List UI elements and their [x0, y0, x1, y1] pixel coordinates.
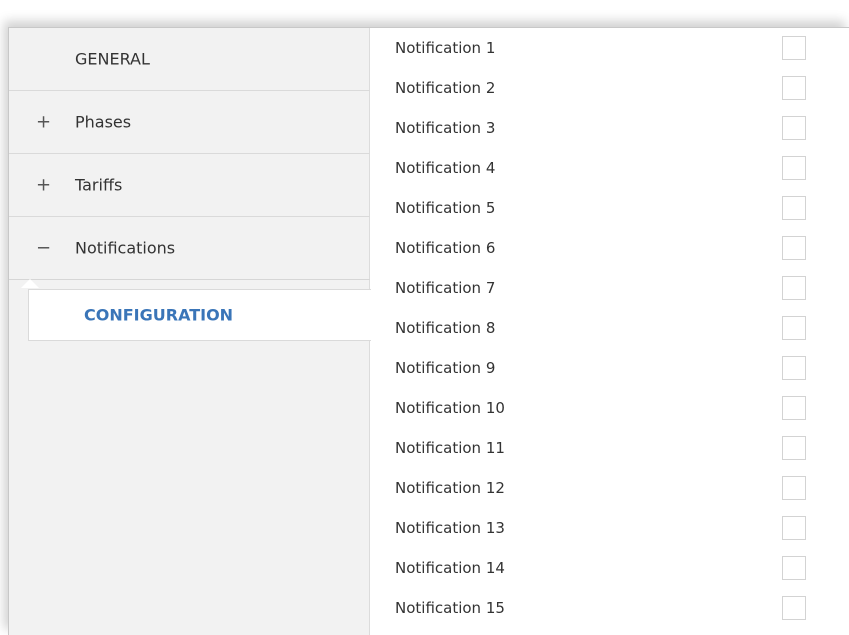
- notification-checkbox[interactable]: [782, 276, 806, 300]
- notification-checkbox[interactable]: [782, 196, 806, 220]
- notification-row: Notification 4: [371, 148, 849, 188]
- notification-label: Notification 9: [395, 359, 496, 377]
- notification-label: Notification 5: [395, 199, 496, 217]
- notification-checkbox[interactable]: [782, 356, 806, 380]
- notification-checkbox[interactable]: [782, 396, 806, 420]
- collapse-minus-icon[interactable]: −: [36, 238, 51, 259]
- notification-label: Notification 8: [395, 319, 496, 337]
- app-window: GENERAL + Phases + Tariffs − Notificatio…: [8, 27, 849, 635]
- notification-checkbox[interactable]: [782, 556, 806, 580]
- sidebar-subitem-configuration[interactable]: CONFIGURATION: [28, 289, 371, 341]
- notification-label: Notification 12: [395, 479, 505, 497]
- notification-checkbox[interactable]: [782, 116, 806, 140]
- notification-row: Notification 1: [371, 28, 849, 68]
- notifications-panel: Notification 1 Notification 2 Notification…: [371, 28, 849, 635]
- sidebar-item-notifications[interactable]: − Notifications: [9, 217, 370, 280]
- notification-label: Notification 7: [395, 279, 496, 297]
- notification-row: Notification 8: [371, 308, 849, 348]
- notification-row: Notification 12: [371, 468, 849, 508]
- notification-row: Notification 14: [371, 548, 849, 588]
- notification-label: Notification 4: [395, 159, 496, 177]
- notification-label: Notification 3: [395, 119, 496, 137]
- sidebar-item-label: GENERAL: [75, 49, 150, 69]
- notification-row: Notification 3: [371, 108, 849, 148]
- sidebar-item-tariffs[interactable]: + Tariffs: [9, 154, 370, 217]
- notification-row: Notification 13: [371, 508, 849, 548]
- notification-checkbox[interactable]: [782, 156, 806, 180]
- notification-checkbox[interactable]: [782, 516, 806, 540]
- selection-pointer-icon: [21, 279, 39, 288]
- sidebar: GENERAL + Phases + Tariffs − Notificatio…: [9, 28, 371, 635]
- notification-row: Notification 15: [371, 588, 849, 628]
- notification-row: Notification 11: [371, 428, 849, 468]
- notification-row: Notification 2: [371, 68, 849, 108]
- notification-label: Notification 6: [395, 239, 496, 257]
- notification-checkbox[interactable]: [782, 36, 806, 60]
- notification-row: Notification 10: [371, 388, 849, 428]
- notification-checkbox[interactable]: [782, 76, 806, 100]
- notification-checkbox[interactable]: [782, 316, 806, 340]
- notification-row: Notification 9: [371, 348, 849, 388]
- notification-label: Notification 2: [395, 79, 496, 97]
- notification-checkbox[interactable]: [782, 596, 806, 620]
- notification-label: Notification 15: [395, 599, 505, 617]
- expand-plus-icon[interactable]: +: [36, 112, 51, 133]
- sidebar-subitem-label: CONFIGURATION: [84, 305, 234, 325]
- sidebar-item-label: Phases: [75, 112, 132, 132]
- notification-label: Notification 13: [395, 519, 505, 537]
- sidebar-item-phases[interactable]: + Phases: [9, 91, 370, 154]
- sidebar-item-label: Tariffs: [75, 175, 123, 195]
- notification-checkbox[interactable]: [782, 436, 806, 460]
- notification-label: Notification 11: [395, 439, 505, 457]
- notification-label: Notification 10: [395, 399, 505, 417]
- notification-row: Notification 5: [371, 188, 849, 228]
- notification-checkbox[interactable]: [782, 236, 806, 260]
- sidebar-item-label: Notifications: [75, 238, 176, 258]
- notification-label: Notification 14: [395, 559, 505, 577]
- expand-plus-icon[interactable]: +: [36, 175, 51, 196]
- notification-checkbox[interactable]: [782, 476, 806, 500]
- notification-row: Notification 7: [371, 268, 849, 308]
- sidebar-item-general[interactable]: GENERAL: [9, 28, 370, 91]
- notification-row: Notification 6: [371, 228, 849, 268]
- notification-label: Notification 1: [395, 39, 496, 57]
